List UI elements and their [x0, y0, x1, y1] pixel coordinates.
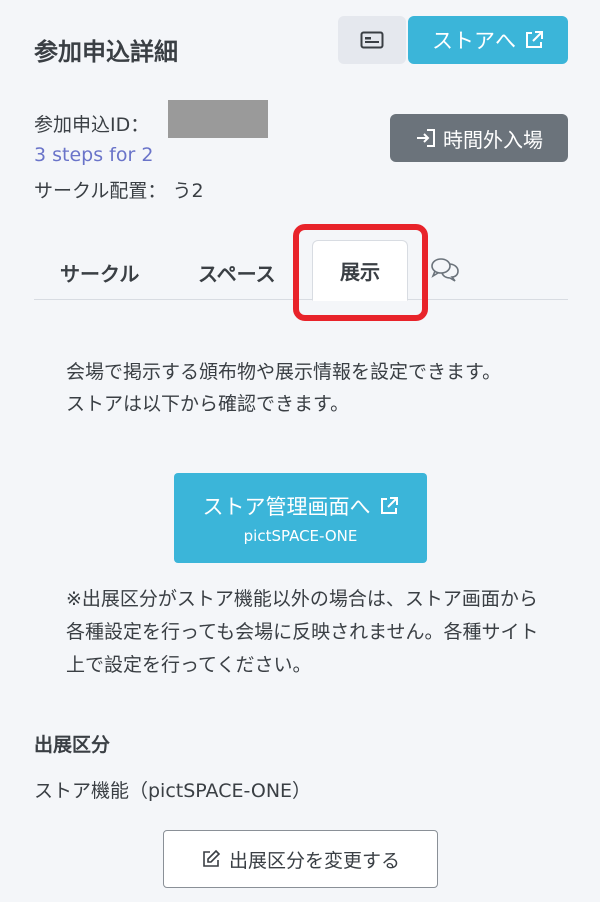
exhibit-type-value: ストア機能（pictSPACE-ONE）: [34, 780, 312, 802]
tab-highlight-annotation: [293, 224, 428, 321]
external-link-icon: [526, 31, 543, 48]
change-exhibit-type-button[interactable]: 出展区分を変更する: [163, 830, 438, 888]
store-management-label: ストア管理画面へ: [202, 495, 371, 519]
store-management-button[interactable]: ストア管理画面へ pictSPACE-ONE: [174, 473, 427, 563]
display-note: ※出展区分がストア機能以外の場合は、ストア画面から各種設定を行っても会場に反映さ…: [66, 588, 539, 676]
store-management-main: ストア管理画面へ: [203, 491, 399, 521]
circle-placement: サークル配置： う2: [34, 180, 204, 202]
id-card-button[interactable]: [338, 16, 406, 64]
description-line-1: 会場で掲示する頒布物や展示情報を設定できます。: [66, 361, 502, 383]
late-entry-button[interactable]: 時間外入場: [390, 114, 568, 162]
edit-icon: [203, 849, 221, 867]
store-button[interactable]: ストアへ: [408, 16, 568, 64]
chat-bubbles-icon[interactable]: [430, 256, 460, 282]
change-exhibit-type-label: 出展区分を変更する: [228, 849, 400, 872]
late-entry-label: 時間外入場: [443, 127, 543, 152]
store-management-sub: pictSPACE-ONE: [243, 527, 358, 545]
tab-circle[interactable]: サークル: [60, 258, 139, 287]
tab-space[interactable]: スペース: [198, 258, 276, 287]
id-card-icon: [360, 31, 384, 49]
exhibit-type-title: 出展区分: [34, 734, 111, 756]
entry-id-label: 参加申込ID：: [34, 114, 150, 136]
entry-id-redacted: [168, 100, 268, 138]
external-link-icon: [380, 497, 398, 514]
sign-in-icon: [417, 129, 435, 147]
store-button-label: ストアへ: [432, 29, 516, 53]
description-line-2: ストアは以下から確認できます。: [66, 393, 350, 415]
circle-name-link[interactable]: 3 steps for 2: [34, 144, 153, 166]
display-description: 会場で掲示する頒布物や展示情報を設定できます。 ストアは以下から確認できます。: [66, 356, 546, 420]
page-title: 参加申込詳細: [34, 38, 178, 66]
